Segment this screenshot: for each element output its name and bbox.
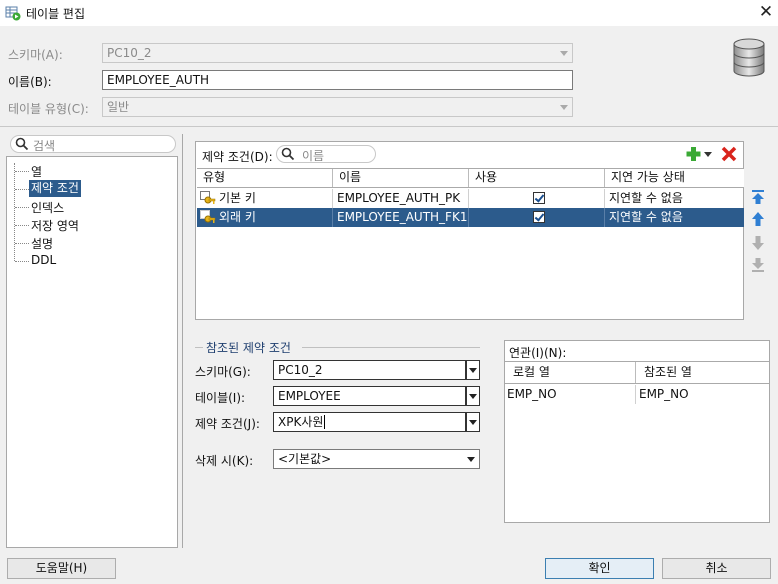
separator	[0, 126, 778, 127]
chevron-down-icon[interactable]	[466, 412, 480, 432]
constraints-label: 제약 조건(D):	[202, 150, 273, 164]
cancel-button[interactable]: 취소	[662, 558, 771, 579]
on-delete-value: <기본값>	[278, 452, 332, 466]
constraints-filter-placeholder: 이름	[302, 149, 325, 163]
nav-item-columns[interactable]: 열	[29, 163, 44, 180]
type-cell: 기본 키	[197, 189, 333, 208]
move-bottom-button[interactable]	[750, 256, 766, 274]
move-up-icon	[752, 212, 764, 226]
name-cell: EMPLOYEE_AUTH_FK1	[333, 208, 469, 227]
nav-tree: 열 제약 조건 인덱스 저장 영역 설명 DDL	[6, 156, 178, 548]
association-label: 연관(I)(N):	[509, 346, 567, 360]
ref-schema-value: PC10_2	[278, 363, 323, 377]
move-bottom-icon	[752, 258, 764, 272]
table-row[interactable]: 기본 키 EMPLOYEE_AUTH_PK 지연할 수 없음	[197, 189, 744, 208]
column-header-local[interactable]: 로컬 열	[505, 362, 636, 383]
type-value: 기본 키	[219, 191, 256, 205]
deferrable-cell: 지연할 수 없음	[609, 191, 683, 205]
type-cell: 외래 키	[197, 208, 333, 227]
constraints-filter[interactable]: 이름	[276, 145, 376, 163]
schema-label: 스키마(A):	[8, 48, 63, 62]
close-icon[interactable]: ✕	[756, 2, 776, 22]
add-constraint-button[interactable]	[686, 146, 714, 165]
move-down-icon	[752, 236, 764, 250]
nav-item-constraints[interactable]: 제약 조건	[29, 180, 81, 197]
nav-item-comment[interactable]: 설명	[29, 235, 55, 252]
ok-button[interactable]: 확인	[545, 558, 654, 579]
splitter[interactable]	[182, 134, 183, 548]
search-icon	[281, 147, 295, 164]
chevron-down-icon[interactable]	[466, 386, 480, 406]
chevron-down-icon	[560, 51, 568, 56]
local-column-cell: EMP_NO	[505, 385, 636, 404]
move-top-button[interactable]	[750, 188, 766, 206]
ref-constraint-combo[interactable]: XPK사원	[273, 412, 466, 432]
referenced-column-cell: EMP_NO	[639, 387, 689, 401]
column-header-referenced[interactable]: 참조된 열	[636, 362, 769, 383]
nav-item-storage[interactable]: 저장 영역	[29, 217, 81, 234]
schema-select: PC10_2	[102, 43, 573, 63]
table-edit-icon	[5, 5, 21, 24]
schema-value: PC10_2	[107, 46, 152, 60]
name-input[interactable]: EMPLOYEE_AUTH	[102, 70, 573, 90]
constraints-grid: 유형 이름 사용 지연 가능 상태 기본 키 EMPLOYEE_AUTH_PK …	[197, 168, 744, 320]
name-value: EMPLOYEE_AUTH	[107, 73, 210, 87]
window-title: 테이블 편집	[26, 7, 86, 21]
ref-table-value: EMPLOYEE	[278, 389, 341, 403]
database-icon	[731, 38, 767, 81]
ref-schema-label: 스키마(G):	[195, 365, 251, 379]
move-down-button[interactable]	[750, 234, 766, 252]
table-row[interactable]: 외래 키 EMPLOYEE_AUTH_FK1 지연할 수 없음	[197, 208, 744, 227]
table-type-value: 일반	[107, 100, 130, 114]
chevron-down-icon	[467, 457, 475, 462]
nav-search-placeholder: 검색	[33, 139, 56, 153]
foreign-key-icon	[200, 210, 216, 227]
search-icon	[15, 137, 29, 154]
name-label: 이름(B):	[8, 75, 52, 89]
chevron-down-icon[interactable]	[466, 360, 480, 380]
move-up-button[interactable]	[750, 210, 766, 228]
help-button[interactable]: 도움말(H)	[7, 558, 116, 579]
ref-schema-combo[interactable]: PC10_2	[273, 360, 466, 380]
tree-connector	[14, 163, 15, 261]
ref-table-label: 테이블(I):	[195, 391, 246, 405]
referenced-section-title: 참조된 제약 조건	[206, 341, 291, 355]
deferrable-cell: 지연할 수 없음	[609, 210, 683, 224]
text-cursor	[324, 415, 326, 429]
table-row[interactable]: EMP_NO EMP_NO	[505, 385, 769, 404]
column-header-enabled[interactable]: 사용	[469, 169, 605, 187]
nav-item-ddl[interactable]: DDL	[29, 253, 58, 267]
title-bar: 테이블 편집 ✕	[0, 0, 778, 26]
chevron-down-icon	[560, 105, 568, 110]
association-grid: 로컬 열 참조된 열 EMP_NO EMP_NO	[505, 361, 769, 523]
ref-constraint-label: 제약 조건(J):	[195, 417, 260, 431]
association-panel: 연관(I)(N): 로컬 열 참조된 열 EMP_NO EMP_NO	[504, 340, 770, 523]
nav-search-box[interactable]: 검색	[10, 135, 176, 153]
enabled-cell	[469, 208, 605, 227]
enabled-checkbox[interactable]	[533, 211, 545, 223]
name-cell: EMPLOYEE_AUTH_PK	[333, 189, 469, 208]
on-delete-select[interactable]: <기본값>	[273, 449, 480, 469]
table-type-label: 테이블 유형(C):	[8, 102, 89, 116]
move-top-icon	[752, 190, 764, 204]
column-header-name[interactable]: 이름	[333, 169, 469, 187]
association-header: 로컬 열 참조된 열	[505, 362, 769, 384]
primary-key-icon	[200, 191, 216, 208]
enabled-checkbox[interactable]	[533, 192, 545, 204]
ref-table-combo[interactable]: EMPLOYEE	[273, 386, 466, 406]
delete-constraint-button[interactable]	[721, 146, 737, 165]
type-value: 외래 키	[219, 210, 256, 224]
grid-header: 유형 이름 사용 지연 가능 상태	[197, 169, 744, 188]
on-delete-label: 삭제 시(K):	[195, 454, 254, 468]
enabled-cell	[469, 189, 605, 208]
column-header-deferrable[interactable]: 지연 가능 상태	[605, 169, 744, 187]
column-header-type[interactable]: 유형	[197, 169, 333, 187]
table-type-select: 일반	[102, 97, 573, 117]
ref-constraint-value: XPK사원	[278, 415, 324, 429]
nav-item-indexes[interactable]: 인덱스	[29, 199, 66, 216]
constraints-panel: 제약 조건(D): 이름 유형 이름 사용 지연 가능 상태 기본 키 EMPL…	[195, 141, 744, 320]
